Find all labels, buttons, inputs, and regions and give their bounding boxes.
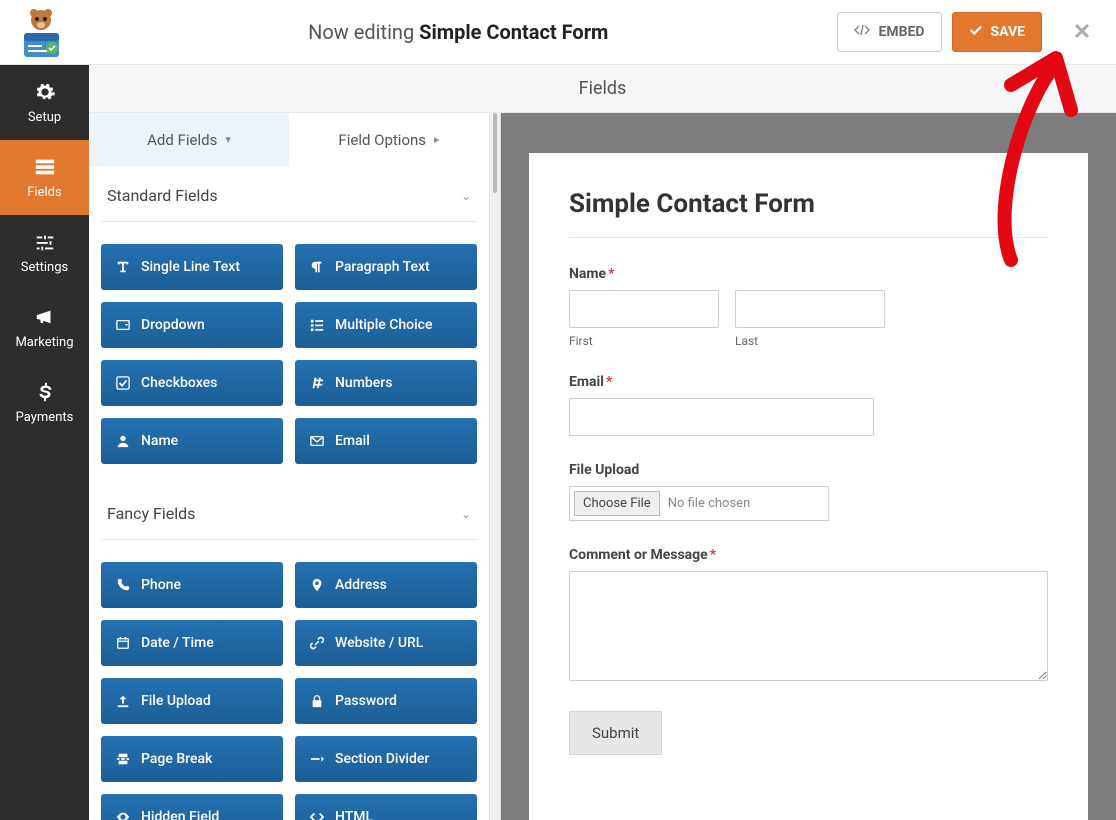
- megaphone-icon: [33, 305, 57, 329]
- chevron-right-icon: ▸: [434, 133, 440, 146]
- calendar-icon: [115, 635, 131, 651]
- embed-button[interactable]: EMBED: [837, 12, 941, 52]
- save-button[interactable]: SAVE: [952, 12, 1043, 52]
- field-email[interactable]: Email: [295, 418, 477, 464]
- check-icon: [115, 375, 131, 391]
- comment-textarea[interactable]: [569, 571, 1048, 681]
- paragraph-icon: [309, 259, 325, 275]
- field-checkboxes[interactable]: Checkboxes: [101, 360, 283, 406]
- email-input[interactable]: [569, 398, 874, 436]
- gear-icon: [33, 80, 57, 104]
- name-label: Name*: [569, 266, 1048, 282]
- last-sublabel: Last: [735, 334, 885, 348]
- upload-icon: [115, 693, 131, 709]
- pagebreak-icon: [115, 751, 131, 767]
- field-multiple-choice[interactable]: Multiple Choice: [295, 302, 477, 348]
- sliders-icon: [33, 230, 57, 254]
- user-icon: [115, 433, 131, 449]
- form-title: Simple Contact Form: [569, 189, 1048, 219]
- section-standard-fields[interactable]: Standard Fields⌄: [101, 176, 477, 222]
- file-status: No file chosen: [668, 496, 751, 511]
- field-password[interactable]: Password: [295, 678, 477, 724]
- divider-icon: [309, 751, 325, 767]
- sidenav-setup[interactable]: Setup: [0, 65, 89, 140]
- link-icon: [309, 635, 325, 651]
- lock-icon: [309, 693, 325, 709]
- field-page-break[interactable]: Page Break: [101, 736, 283, 782]
- sidenav-settings[interactable]: Settings: [0, 215, 89, 290]
- chevron-down-icon: ⌄: [461, 189, 471, 203]
- sidenav-payments[interactable]: Payments: [0, 365, 89, 440]
- sidenav-fields[interactable]: Fields: [0, 140, 89, 215]
- dropdown-icon: [115, 317, 131, 333]
- field-dropdown[interactable]: Dropdown: [101, 302, 283, 348]
- tab-add-fields[interactable]: Add Fields▾: [89, 113, 289, 166]
- list-icon: [309, 317, 325, 333]
- field-date-time[interactable]: Date / Time: [101, 620, 283, 666]
- phone-icon: [115, 577, 131, 593]
- app-logo: [14, 5, 69, 60]
- field-hidden-field[interactable]: Hidden Field: [101, 794, 283, 820]
- file-upload-label: File Upload: [569, 462, 1048, 478]
- splitter[interactable]: [489, 113, 501, 820]
- field-paragraph-text[interactable]: Paragraph Text: [295, 244, 477, 290]
- comment-label: Comment or Message*: [569, 547, 1048, 563]
- field-single-line-text[interactable]: Single Line Text: [101, 244, 283, 290]
- pin-icon: [309, 577, 325, 593]
- code-icon: [309, 809, 325, 820]
- last-name-input[interactable]: [735, 290, 885, 328]
- form-name: Simple Contact Form: [419, 20, 608, 44]
- chevron-down-icon: ⌄: [461, 507, 471, 521]
- section-fancy-fields[interactable]: Fancy Fields⌄: [101, 494, 477, 540]
- field-phone[interactable]: Phone: [101, 562, 283, 608]
- form-preview: Simple Contact Form Name* First Last: [501, 113, 1116, 820]
- check-icon: [969, 23, 983, 41]
- editing-label: Now editing Simple Contact Form: [79, 20, 837, 44]
- field-website-url[interactable]: Website / URL: [295, 620, 477, 666]
- email-label: Email*: [569, 374, 1048, 390]
- code-icon: [854, 22, 870, 42]
- sidenav-marketing[interactable]: Marketing: [0, 290, 89, 365]
- field-file-upload[interactable]: File Upload: [101, 678, 283, 724]
- mail-icon: [309, 433, 325, 449]
- choose-file-button[interactable]: Choose File: [574, 491, 660, 516]
- chevron-down-icon: ▾: [225, 133, 231, 146]
- field-html[interactable]: HTML: [295, 794, 477, 820]
- form-icon: [33, 155, 57, 179]
- field-section-divider[interactable]: Section Divider: [295, 736, 477, 782]
- field-numbers[interactable]: Numbers: [295, 360, 477, 406]
- field-name[interactable]: Name: [101, 418, 283, 464]
- fields-panel: Add Fields▾ Field Options▸ Standard Fiel…: [89, 113, 489, 820]
- topbar: Now editing Simple Contact Form EMBED SA…: [0, 0, 1116, 65]
- file-input[interactable]: Choose File No file chosen: [569, 486, 829, 521]
- hash-icon: [309, 375, 325, 391]
- text-icon: [115, 259, 131, 275]
- first-sublabel: First: [569, 334, 719, 348]
- field-address[interactable]: Address: [295, 562, 477, 608]
- sidenav: SetupFieldsSettingsMarketingPayments: [0, 65, 89, 820]
- dollar-icon: [33, 380, 57, 404]
- main-header: Fields: [89, 65, 1116, 113]
- tab-field-options[interactable]: Field Options▸: [289, 113, 489, 166]
- close-button[interactable]: ✕: [1062, 20, 1102, 45]
- first-name-input[interactable]: [569, 290, 719, 328]
- eye-icon: [115, 809, 131, 820]
- submit-button[interactable]: Submit: [569, 711, 662, 755]
